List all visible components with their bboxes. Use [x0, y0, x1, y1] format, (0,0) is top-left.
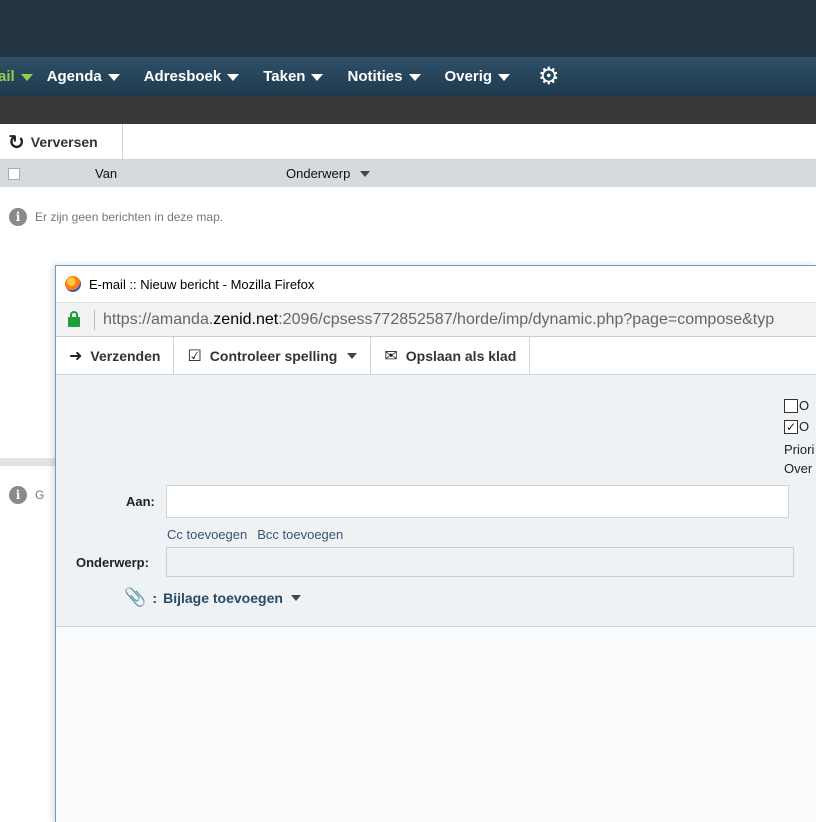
send-label: Verzenden [90, 347, 161, 364]
option-2[interactable]: ✓ O [784, 419, 809, 434]
refresh-icon: ↻ [8, 131, 25, 154]
attach-colon: : [152, 589, 158, 606]
nav-item-adresboek[interactable]: Adresboek [144, 68, 240, 85]
priority-label: Priori [784, 442, 815, 457]
lock-icon [68, 310, 80, 327]
gear-icon[interactable]: ⚙ [538, 62, 560, 91]
compose-header: O ✓ O Priori Over Aan: Cc toevoegen Bcc t… [56, 375, 816, 627]
refresh-label: Verversen [30, 134, 98, 150]
nav-item-overig[interactable]: Overig [445, 68, 511, 85]
save-draft-label: Opslaan als klad [405, 347, 517, 364]
chevron-down-icon [498, 74, 511, 81]
select-all-checkbox[interactable] [8, 168, 20, 180]
nav-item-notities[interactable]: Notities [347, 68, 421, 85]
mail-toolbar: ↻ Verversen [0, 124, 816, 160]
save-draft-button[interactable]: ✉ Opslaan als klad [371, 337, 531, 374]
url-subdomain: amanda. [151, 310, 214, 328]
chevron-down-icon [347, 352, 358, 359]
column-subject[interactable]: Onderwerp [286, 166, 371, 181]
top-banner [0, 0, 816, 57]
info-icon: i [9, 208, 27, 226]
send-button[interactable]: ➜ Verzenden [56, 337, 175, 374]
empty-folder-text: Er zijn geen berichten in deze map. [35, 210, 224, 224]
message-body-editor[interactable] [56, 627, 816, 822]
nav-item-mail[interactable]: ail [0, 68, 33, 85]
nav-item-label: Taken [263, 68, 306, 85]
sub-bar [0, 96, 816, 124]
nav-item-label: Notities [347, 68, 403, 85]
option-label: O [799, 419, 810, 434]
url-scheme: https:// [103, 310, 152, 328]
info-icon: i [9, 486, 27, 504]
to-field[interactable] [166, 485, 789, 518]
url-host: zenid.net [213, 310, 279, 328]
subject-field[interactable] [166, 547, 794, 577]
nav-item-label: ail [0, 68, 15, 85]
nav-item-label: Overig [444, 68, 493, 85]
nav-item-agenda[interactable]: Agenda [47, 68, 120, 85]
subject-label: Onderwerp: [76, 555, 149, 570]
chevron-down-icon [227, 74, 240, 81]
firefox-icon [65, 276, 81, 292]
option-checkbox[interactable]: ✓ [784, 419, 798, 434]
other-label: Over [784, 461, 813, 476]
add-attachment-link[interactable]: Bijlage toevoegen [163, 590, 283, 606]
envelope-open-icon: ✉ [384, 347, 398, 365]
paperclip-icon: 📎 [124, 587, 147, 607]
window-titlebar[interactable]: E-mail :: Nieuw bericht - Mozilla Firefo… [56, 266, 816, 302]
main-navigation: ail Agenda Adresboek Taken Notities Over… [0, 57, 816, 96]
chevron-down-icon [311, 74, 324, 81]
chevron-down-icon [107, 74, 120, 81]
preview-message: i G [9, 486, 44, 504]
spellcheck-button[interactable]: ☑ Controleer spelling [174, 337, 372, 374]
nav-item-taken[interactable]: Taken [263, 68, 324, 85]
compose-window: E-mail :: Nieuw bericht - Mozilla Firefo… [55, 265, 816, 822]
sort-down-icon [360, 170, 371, 177]
arrow-right-icon: ➜ [69, 347, 83, 365]
column-subject-label: Onderwerp [286, 166, 351, 181]
add-cc-link[interactable]: Cc toevoegen [167, 527, 247, 542]
chevron-down-icon [290, 594, 301, 601]
cc-links: Cc toevoegen Bcc toevoegen [167, 527, 353, 542]
attachment-row: 📎 : Bijlage toevoegen [124, 587, 301, 608]
add-bcc-link[interactable]: Bcc toevoegen [257, 527, 343, 542]
check-square-icon: ☑ [187, 347, 202, 365]
to-label: Aan: [126, 494, 155, 509]
nav-item-label: Adresboek [143, 68, 222, 85]
window-title: E-mail :: Nieuw bericht - Mozilla Firefo… [89, 276, 315, 292]
option-label: O [799, 398, 810, 413]
message-list-header: Van Onderwerp [0, 160, 816, 187]
url-path: :2096/cpsess772852587/horde/imp/dynamic.… [278, 310, 775, 328]
url-separator [94, 309, 95, 330]
empty-folder-message: i Er zijn geen berichten in deze map. [9, 208, 223, 226]
column-from[interactable]: Van [95, 166, 117, 181]
nav-item-label: Agenda [46, 68, 102, 85]
chevron-down-icon [20, 74, 33, 81]
preview-text: G [35, 488, 45, 502]
spellcheck-label: Controleer spelling [209, 347, 338, 364]
refresh-button[interactable]: ↻ Verversen [0, 124, 123, 160]
pane-divider[interactable] [0, 458, 56, 466]
option-1[interactable]: O [784, 398, 809, 413]
option-checkbox[interactable] [784, 398, 798, 413]
address-bar[interactable]: https://amanda. zenid.net:2096/cpsess7728… [56, 302, 816, 337]
compose-toolbar: ➜ Verzenden ☑ Controleer spelling ✉ Opsl… [56, 337, 816, 375]
chevron-down-icon [408, 74, 421, 81]
